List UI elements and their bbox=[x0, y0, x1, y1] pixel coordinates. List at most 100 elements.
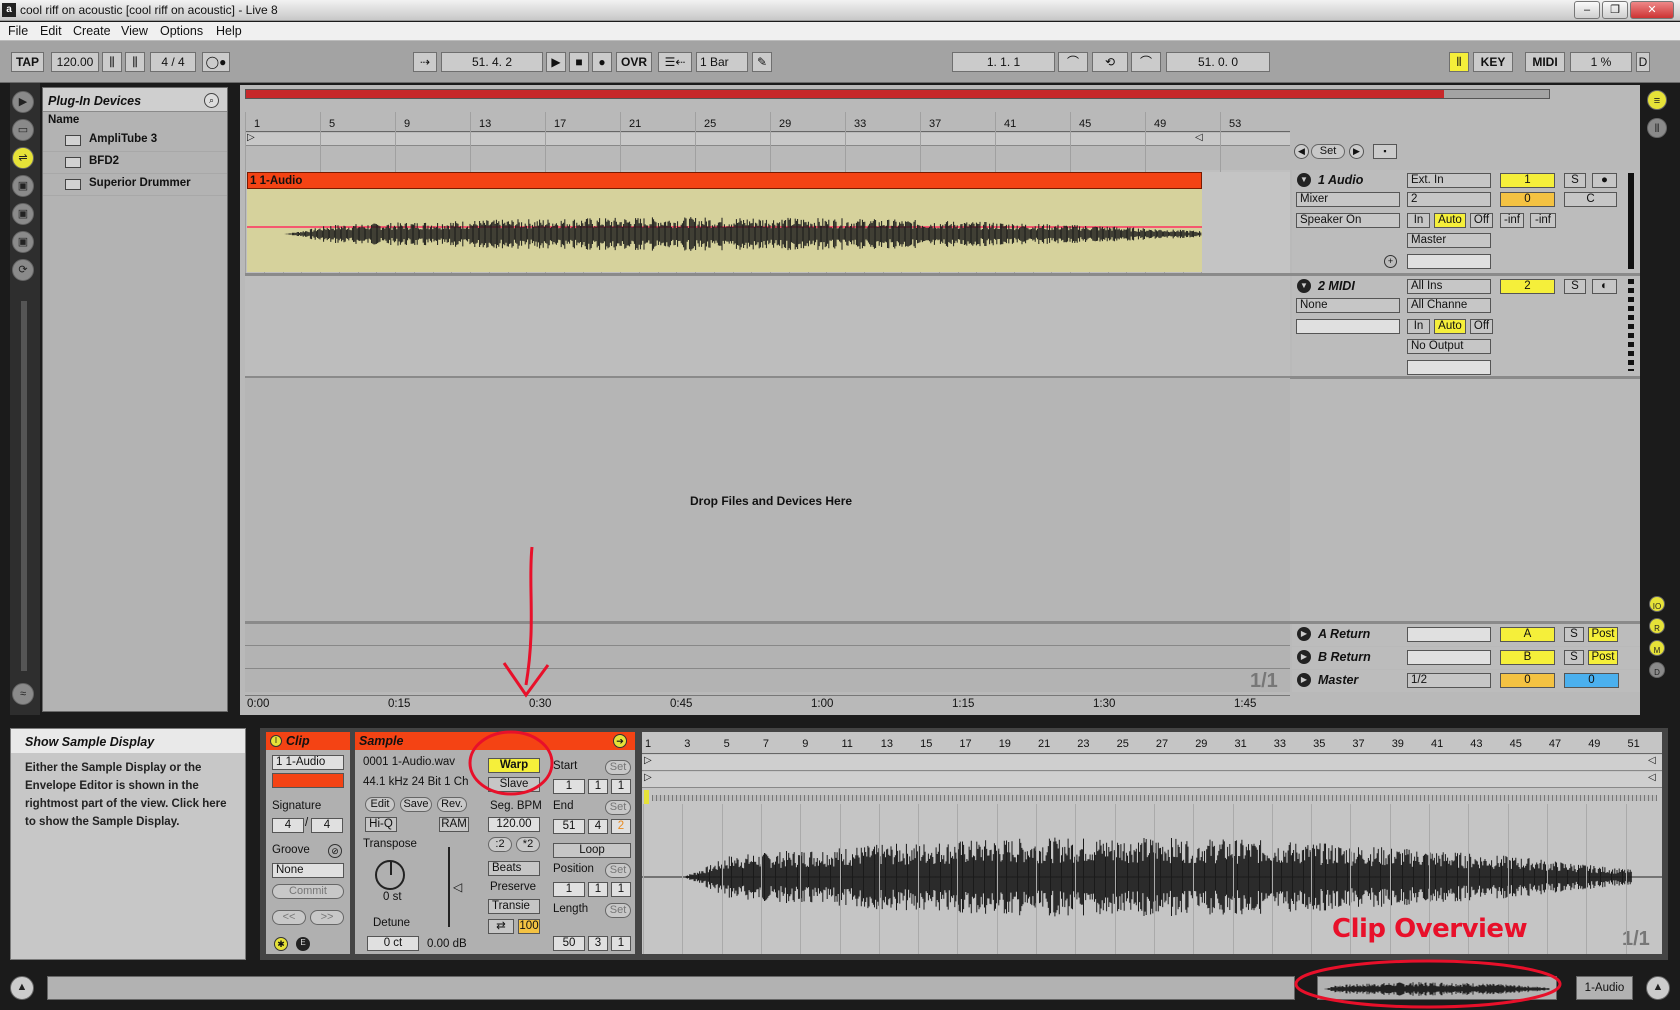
gain-handle-icon[interactable]: ◁ bbox=[453, 880, 462, 894]
transpose-knob[interactable] bbox=[375, 860, 405, 890]
drop-area[interactable]: Drop Files and Devices Here bbox=[245, 378, 1290, 621]
follow-icon[interactable]: ⇢ bbox=[413, 52, 437, 72]
playhead-marker[interactable] bbox=[644, 790, 649, 804]
loop-switch-icon[interactable]: ⟲ bbox=[1092, 52, 1128, 72]
tap-button[interactable]: TAP bbox=[11, 52, 44, 72]
live-devices-icon[interactable]: ▭ bbox=[12, 119, 34, 141]
save-button[interactable]: Save bbox=[400, 797, 432, 812]
menu-edit[interactable]: Edit bbox=[40, 24, 62, 38]
track-fold-icon[interactable]: ▶ bbox=[1297, 673, 1311, 687]
mixer-toggle-icon[interactable]: M bbox=[1649, 640, 1665, 656]
close-icon[interactable]: ✕ bbox=[1630, 1, 1674, 19]
delay-toggle-icon[interactable]: D bbox=[1649, 662, 1665, 678]
commit-button[interactable]: Commit bbox=[272, 884, 344, 899]
io-toggle-icon[interactable]: ▪ bbox=[1373, 144, 1397, 159]
signature-field[interactable]: 4 / 4 bbox=[150, 52, 196, 72]
hot-swap-sample-icon[interactable]: ➔ bbox=[613, 734, 627, 748]
position-bar[interactable]: 1 bbox=[553, 882, 585, 897]
hiq-button[interactable]: Hi-Q bbox=[365, 817, 397, 832]
preserve-dropdown[interactable]: Transie bbox=[488, 899, 540, 914]
show-sample-icon[interactable]: ✱ bbox=[274, 937, 288, 951]
beat-ruler[interactable]: 1 5 9 13 17 21 25 29 33 37 41 45 49 53 bbox=[245, 112, 1290, 132]
track-title[interactable]: Master bbox=[1318, 673, 1358, 687]
sample-end-marker-icon[interactable]: ◁ bbox=[1648, 755, 1656, 766]
return-master-lanes[interactable]: 1/1 bbox=[245, 624, 1290, 692]
envelope-field[interactable]: 100 bbox=[518, 919, 540, 934]
menu-help[interactable]: Help bbox=[216, 24, 242, 38]
solo-button[interactable]: S bbox=[1564, 627, 1584, 642]
track-title[interactable]: 2 MIDI bbox=[1318, 279, 1355, 293]
menu-options[interactable]: Options bbox=[160, 24, 203, 38]
ram-button[interactable]: RAM bbox=[439, 817, 469, 832]
places-1-icon[interactable]: ▣ bbox=[12, 175, 34, 197]
punch-in-icon[interactable]: ⌒ bbox=[1058, 52, 1088, 72]
arm-record-icon[interactable]: ● bbox=[1592, 173, 1617, 188]
output-channel-field[interactable] bbox=[1407, 360, 1491, 375]
input-type-dropdown[interactable]: All Ins bbox=[1407, 279, 1491, 294]
session-view-icon[interactable]: ≡ bbox=[1647, 90, 1667, 110]
end-marker-icon[interactable]: ◁ bbox=[1195, 132, 1203, 143]
clip-name-field[interactable]: 1 1-Audio bbox=[272, 755, 344, 770]
time-ruler[interactable]: 0:00 0:15 0:30 0:45 1:00 1:15 1:30 1:45 bbox=[245, 695, 1290, 711]
device-dropdown[interactable]: Speaker On bbox=[1296, 213, 1400, 228]
sample-loop-brace[interactable]: ▷ ◁ bbox=[642, 755, 1662, 771]
monitor-off-button[interactable]: Off bbox=[1470, 213, 1493, 228]
menu-view[interactable]: View bbox=[121, 24, 148, 38]
quantize-dropdown[interactable]: 1 Bar bbox=[696, 52, 748, 72]
loop-length-field[interactable]: 51. 0. 0 bbox=[1166, 52, 1270, 72]
length-bar[interactable]: 50 bbox=[553, 936, 585, 951]
column-header-name[interactable]: Name bbox=[43, 112, 227, 130]
clip-color-dropdown[interactable] bbox=[272, 773, 344, 788]
sample-loop-end-icon[interactable]: ◁ bbox=[1648, 772, 1656, 783]
punch-out-icon[interactable]: ⌒ bbox=[1131, 52, 1161, 72]
start-marker-icon[interactable]: ▷ bbox=[247, 132, 255, 143]
tempo-field[interactable]: 120.00 bbox=[51, 52, 99, 72]
groove-dropdown[interactable]: None bbox=[272, 863, 344, 878]
track-activator[interactable]: A bbox=[1500, 627, 1555, 642]
output-dropdown[interactable]: Master bbox=[1407, 233, 1491, 248]
show-envelope-icon[interactable]: E bbox=[296, 937, 310, 951]
end-bar[interactable]: 51 bbox=[553, 819, 585, 834]
arm-record-icon[interactable]: ◐ bbox=[1592, 279, 1617, 294]
post-button[interactable]: Post bbox=[1588, 627, 1618, 642]
end-beat[interactable]: 4 bbox=[588, 819, 608, 834]
midi-map-button[interactable]: MIDI bbox=[1525, 52, 1565, 72]
track-title[interactable]: B Return bbox=[1318, 650, 1371, 664]
input-channel-dropdown[interactable]: 2 bbox=[1407, 192, 1491, 207]
browser-item[interactable]: AmpliTube 3 bbox=[43, 130, 227, 152]
double-tempo-button[interactable]: *2 bbox=[516, 837, 540, 852]
monitor-off-button[interactable]: Off bbox=[1470, 319, 1493, 334]
track-fold-icon[interactable]: ▶ bbox=[1297, 650, 1311, 664]
start-beat[interactable]: 1 bbox=[588, 779, 608, 794]
signature-denominator[interactable]: 4 bbox=[311, 818, 343, 833]
maximize-icon[interactable]: ❐ bbox=[1602, 1, 1628, 19]
volume-field[interactable]: 0 bbox=[1500, 192, 1555, 207]
stop-icon[interactable]: ■ bbox=[569, 52, 589, 72]
play-device-browser-icon[interactable]: ▶ bbox=[12, 91, 34, 113]
detune-field[interactable]: 0 ct bbox=[367, 936, 419, 951]
prev-nav-button[interactable]: << bbox=[272, 910, 306, 925]
metronome-icon[interactable]: ◯● bbox=[202, 52, 230, 72]
monitor-auto-button[interactable]: Auto bbox=[1434, 213, 1466, 228]
play-icon[interactable]: ▶ bbox=[546, 52, 566, 72]
edit-button[interactable]: Edit bbox=[365, 797, 395, 812]
track-activator[interactable]: 2 bbox=[1500, 279, 1555, 294]
track-activator[interactable]: B bbox=[1500, 650, 1555, 665]
minimize-icon[interactable]: – bbox=[1574, 1, 1600, 19]
groove-pool-icon[interactable]: ⊘ bbox=[328, 844, 342, 858]
position-set-button[interactable]: Set bbox=[605, 863, 631, 878]
set-locator-button[interactable]: Set bbox=[1311, 144, 1345, 159]
nudge-up-icon[interactable]: ⫼ bbox=[125, 52, 145, 72]
loop-button[interactable]: Loop bbox=[553, 843, 631, 858]
arrangement-view-icon[interactable]: ⦀ bbox=[1647, 118, 1667, 138]
post-button[interactable]: Post bbox=[1588, 650, 1618, 665]
prev-locator-icon[interactable]: ◀ bbox=[1294, 144, 1309, 159]
position-beat[interactable]: 1 bbox=[588, 882, 608, 897]
solo-button[interactable]: S bbox=[1564, 279, 1586, 294]
mixer-dropdown[interactable]: Mixer bbox=[1296, 192, 1400, 207]
overview-thumb[interactable] bbox=[1444, 90, 1549, 98]
track-title[interactable]: 1 Audio bbox=[1318, 173, 1363, 187]
search-icon[interactable]: ⌕ bbox=[204, 93, 219, 108]
sample-beat-ruler[interactable]: 1 3 5 7 9 11 13 15 17 19 21 23 25 27 29 31 33 35 37 39 41 43 4… bbox=[642, 732, 1662, 754]
loop-mode-icon[interactable]: ⇄ bbox=[488, 919, 514, 934]
